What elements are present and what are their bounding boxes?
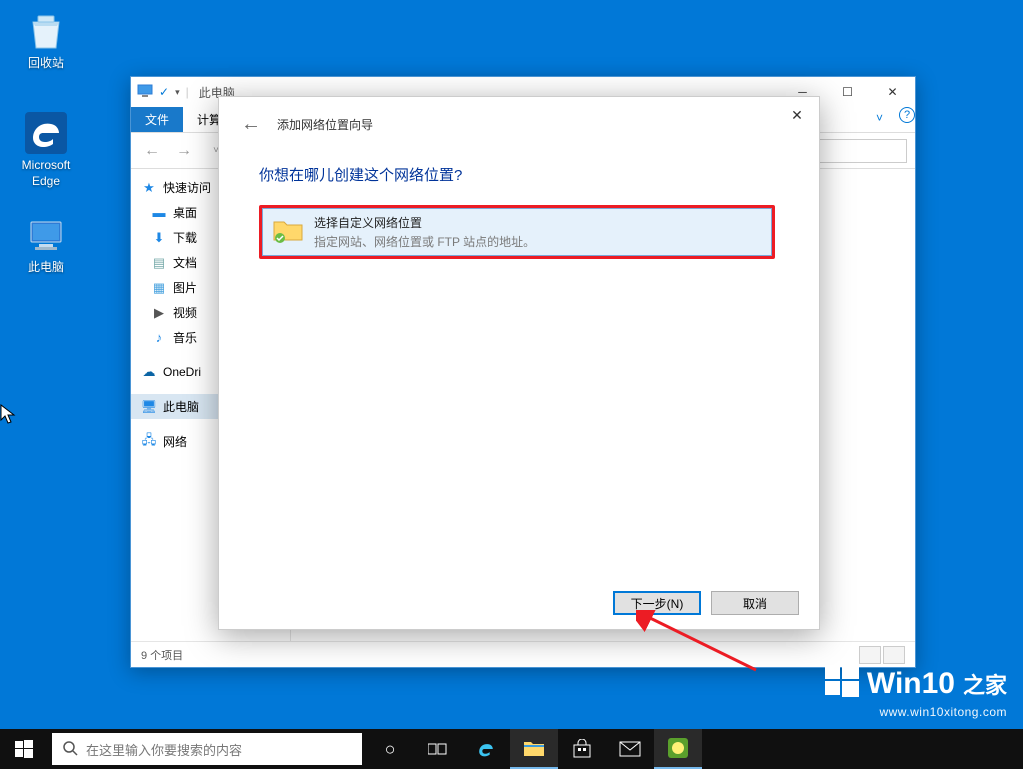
- nav-forward-button[interactable]: →: [171, 138, 197, 164]
- cortana-button[interactable]: ○: [366, 729, 414, 769]
- next-button[interactable]: 下一步(N): [613, 591, 701, 615]
- this-pc-icon: [25, 214, 67, 256]
- explorer-statusbar: 9 个项目: [131, 641, 915, 667]
- maximize-button[interactable]: ☐: [825, 78, 870, 106]
- wizard-back-button[interactable]: ←: [239, 113, 263, 136]
- wizard-close-button[interactable]: ✕: [781, 103, 813, 127]
- picture-icon: ▦: [151, 280, 167, 296]
- taskbar-mail[interactable]: [606, 729, 654, 769]
- task-view-button[interactable]: [414, 729, 462, 769]
- windows-logo-icon: [825, 663, 859, 705]
- desktop-icon: ▬: [151, 205, 167, 221]
- status-item-count: 9 个项目: [141, 647, 183, 663]
- option-title: 选择自定义网络位置: [314, 214, 535, 231]
- taskbar-search[interactable]: 在这里输入你要搜索的内容: [52, 733, 362, 765]
- desktop-icon-edge[interactable]: Microsoft Edge: [8, 112, 84, 189]
- desktop-icon-label: 此电脑: [8, 260, 84, 276]
- network-icon: 🖧: [141, 434, 157, 450]
- desktop-icon-this-pc[interactable]: 此电脑: [8, 214, 84, 276]
- taskbar: 在这里输入你要搜索的内容 ○: [0, 729, 1023, 769]
- music-icon: ♪: [151, 330, 167, 346]
- option-description: 指定网站、网络位置或 FTP 站点的地址。: [314, 233, 535, 250]
- recycle-bin-icon: [25, 10, 67, 52]
- sidebar-label: 视频: [173, 304, 197, 321]
- taskbar-edge[interactable]: [462, 729, 510, 769]
- option-custom-network-location[interactable]: 选择自定义网络位置 指定网站、网络位置或 FTP 站点的地址。: [259, 205, 775, 259]
- pc-icon: 🖥: [141, 399, 157, 415]
- download-icon: ⬇: [151, 230, 167, 246]
- wizard-title: 添加网络位置向导: [277, 116, 373, 133]
- watermark-suffix: 之家: [963, 668, 1007, 700]
- wizard-question: 你想在哪儿创建这个网络位置?: [259, 164, 779, 185]
- watermark-brand: Win10: [867, 667, 955, 701]
- sidebar-label: 音乐: [173, 329, 197, 346]
- nav-back-button[interactable]: ←: [139, 138, 165, 164]
- watermark: Win10之家 www.win10xitong.com: [825, 663, 1007, 719]
- watermark-url: www.win10xitong.com: [825, 705, 1007, 719]
- help-icon[interactable]: ?: [899, 107, 915, 123]
- desktop-icon-recycle-bin[interactable]: 回收站: [8, 10, 84, 72]
- onedrive-icon: ☁: [141, 364, 157, 380]
- tab-file[interactable]: 文件: [131, 107, 183, 132]
- sidebar-label: 网络: [163, 433, 187, 450]
- cursor-pointer-icon: [0, 404, 16, 429]
- sidebar-label: 桌面: [173, 204, 197, 221]
- taskbar-app[interactable]: [654, 729, 702, 769]
- checkmark-icon: ✓: [159, 85, 169, 99]
- start-button[interactable]: [0, 729, 48, 769]
- add-network-location-wizard: ✕ ← 添加网络位置向导 你想在哪儿创建这个网络位置? 选择自定义网络位置 指定…: [218, 96, 820, 630]
- search-icon: [62, 740, 78, 759]
- sidebar-label: 文档: [173, 254, 197, 271]
- edge-icon: [25, 112, 67, 154]
- folder-network-icon: [272, 214, 304, 246]
- star-icon: ★: [141, 180, 157, 196]
- sidebar-label: 快速访问: [163, 179, 211, 196]
- sidebar-label: OneDri: [163, 365, 201, 379]
- desktop-icon-label: 回收站: [8, 56, 84, 72]
- sidebar-label: 下载: [173, 229, 197, 246]
- taskbar-explorer[interactable]: [510, 729, 558, 769]
- cancel-button[interactable]: 取消: [711, 591, 799, 615]
- search-placeholder: 在这里输入你要搜索的内容: [86, 740, 242, 759]
- view-details-button[interactable]: [859, 646, 881, 664]
- close-button[interactable]: ✕: [870, 78, 915, 106]
- document-icon: ▤: [151, 255, 167, 271]
- desktop-icon-label: Microsoft Edge: [8, 158, 84, 189]
- ribbon-expand-icon[interactable]: ˅: [868, 107, 891, 132]
- sidebar-label: 图片: [173, 279, 197, 296]
- sidebar-label: 此电脑: [163, 398, 199, 415]
- dropdown-icon[interactable]: ▾: [175, 87, 180, 98]
- video-icon: ▶: [151, 305, 167, 321]
- pc-icon: [137, 83, 153, 102]
- view-large-button[interactable]: [883, 646, 905, 664]
- taskbar-store[interactable]: [558, 729, 606, 769]
